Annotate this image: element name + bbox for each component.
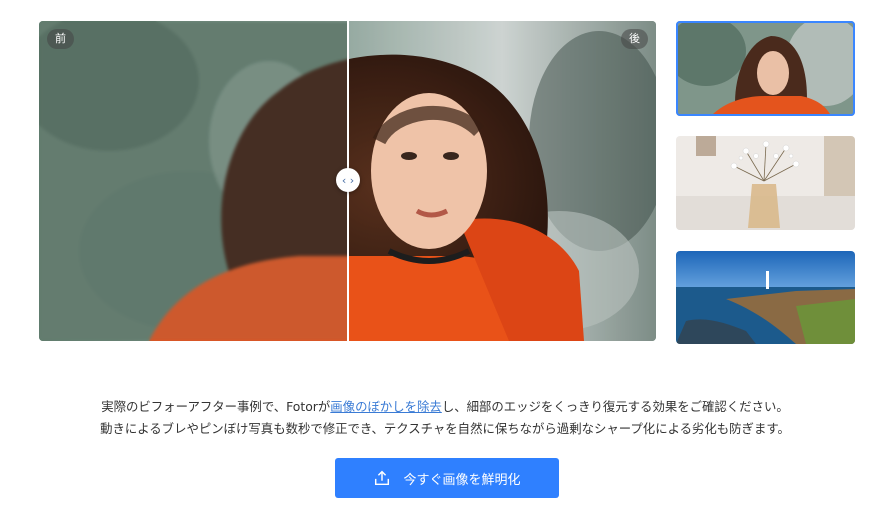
slider-handle[interactable]: ‹ ›	[336, 168, 360, 192]
upload-icon	[375, 470, 390, 486]
thumbnail-portrait[interactable]	[676, 21, 855, 116]
before-image	[39, 21, 348, 341]
sharpen-image-button[interactable]: 今すぐ画像を鮮明化	[335, 458, 559, 498]
thumbnail-flower-vase[interactable]	[676, 136, 855, 230]
description-text: 実際のビフォーアフター事例で、Fotorが画像のぼかしを除去し、細部のエッジをく…	[0, 396, 890, 440]
slider-arrows-icon: ‹ ›	[341, 173, 355, 187]
before-after-viewer[interactable]: ‹ › 前 後	[39, 21, 656, 341]
after-label: 後	[621, 29, 648, 49]
before-label: 前	[47, 29, 74, 49]
description-line-1-end: し、細部のエッジをくっきり復元する効果をご確認ください。	[441, 399, 789, 414]
description-line-1: 実際のビフォーアフター事例で、Fotorが画像のぼかしを除去し、細部のエッジをく…	[0, 396, 890, 418]
sharpen-image-button-label: 今すぐ画像を鮮明化	[403, 472, 521, 488]
thumbnail-coastline[interactable]	[676, 251, 855, 344]
remove-blur-link[interactable]: 画像のぼかしを除去	[330, 399, 442, 414]
description-line-2: 動きによるブレやピンぼけ写真も数秒で修正でき、テクスチャを自然に保ちながら過剰な…	[100, 421, 790, 436]
description-line-1-start: 実際のビフォーアフター事例で、Fotorが	[101, 399, 331, 414]
before-image-region	[39, 21, 348, 341]
